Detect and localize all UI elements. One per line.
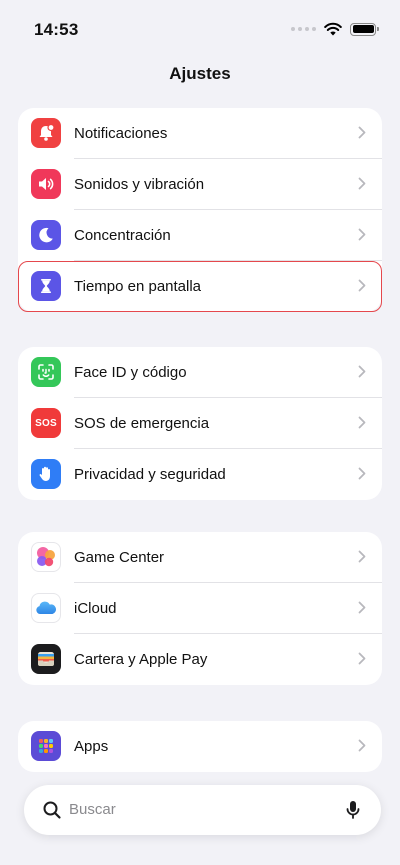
apps-grid-icon (31, 731, 61, 761)
chevron-right-icon (358, 739, 366, 752)
page-title: Ajustes (169, 64, 231, 83)
chevron-right-icon (358, 601, 366, 614)
status-time: 14:53 (34, 20, 79, 39)
bell-badge-icon (31, 118, 61, 148)
search-bar[interactable]: Buscar (24, 785, 381, 835)
settings-row-label: Sonidos y vibración (74, 176, 205, 193)
speaker-icon (31, 169, 61, 199)
settings-row-label: SOS de emergencia (74, 415, 210, 432)
chevron-right-icon (358, 126, 366, 139)
signal-dots-icon (291, 27, 316, 31)
chevron-right-icon (358, 467, 366, 480)
chevron-right-icon (358, 550, 366, 563)
face-id-icon (31, 357, 61, 387)
status-bar: 14:53 (0, 0, 400, 60)
settings-row-icloud[interactable]: iCloud (18, 583, 382, 634)
settings-group-apps: Apps (18, 721, 382, 772)
battery-icon (350, 22, 379, 36)
settings-row-label: Notificaciones (74, 125, 168, 142)
settings-row-apps[interactable]: Apps (18, 721, 382, 772)
settings-row-label: Privacidad y seguridad (74, 466, 226, 483)
search-input[interactable]: Buscar (69, 801, 116, 818)
settings-row-label: Cartera y Apple Pay (74, 651, 208, 668)
settings-row-notifications[interactable]: Notificaciones (18, 108, 382, 159)
hourglass-icon (31, 271, 61, 301)
settings-row-wallet[interactable]: Cartera y Apple Pay (18, 634, 382, 685)
hand-icon (31, 459, 61, 489)
settings-row-emergency-sos[interactable]: SOS SOS de emergencia (18, 398, 382, 449)
settings-group-security: Face ID y código SOS SOS de emergencia P… (18, 347, 382, 500)
status-indicators (291, 22, 379, 36)
game-center-icon (31, 542, 61, 572)
settings-row-sounds[interactable]: Sonidos y vibración (18, 159, 382, 210)
search-icon (43, 801, 61, 819)
settings-row-focus[interactable]: Concentración (18, 210, 382, 261)
chevron-right-icon (358, 177, 366, 190)
settings-group-services: Game Center iCloud Cartera y Apple Pay (18, 532, 382, 685)
chevron-right-icon (358, 365, 366, 378)
settings-row-privacy[interactable]: Privacidad y seguridad (18, 449, 382, 500)
settings-row-game-center[interactable]: Game Center (18, 532, 382, 583)
chevron-right-icon (358, 228, 366, 241)
settings-row-label: Game Center (74, 549, 165, 566)
microphone-icon[interactable] (345, 799, 361, 821)
settings-row-label: Face ID y código (74, 364, 187, 381)
settings-group-general: Notificaciones Sonidos y vibración Conce… (18, 108, 382, 312)
chevron-right-icon (358, 416, 366, 429)
settings-row-label: iCloud (74, 600, 117, 617)
sos-icon-text: SOS (35, 417, 57, 429)
cloud-icon (31, 593, 61, 623)
settings-row-label: Tiempo en pantalla (74, 278, 202, 295)
moon-icon (31, 220, 61, 250)
settings-row-label: Apps (74, 738, 109, 755)
settings-row-face-id[interactable]: Face ID y código (18, 347, 382, 398)
settings-row-label: Concentración (74, 227, 171, 244)
settings-row-screen-time[interactable]: Tiempo en pantalla (18, 261, 382, 312)
chevron-right-icon (358, 652, 366, 665)
wifi-icon (324, 22, 342, 36)
wallet-icon (31, 644, 61, 674)
chevron-right-icon (358, 279, 366, 292)
sos-icon: SOS (31, 408, 61, 438)
